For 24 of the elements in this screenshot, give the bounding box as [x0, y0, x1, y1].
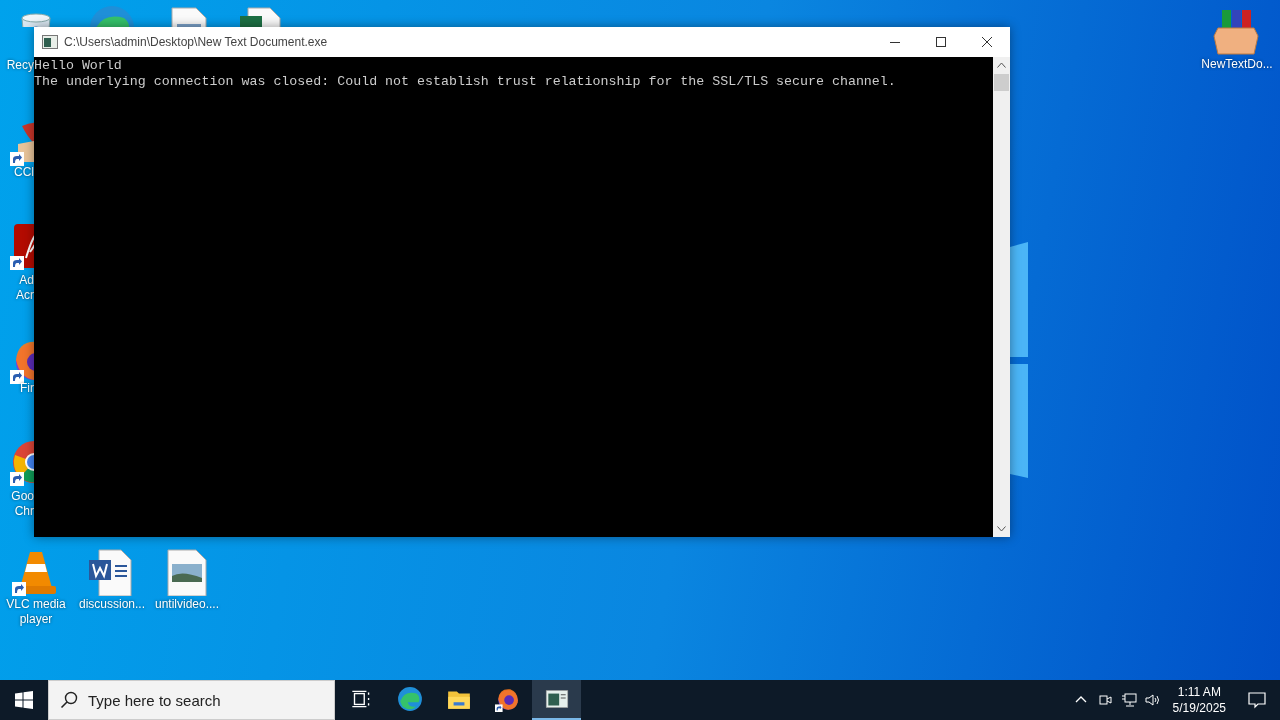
windows-logo-icon — [15, 691, 33, 709]
icon-label[interactable]: discussion... — [74, 597, 150, 612]
maximize-icon — [935, 36, 947, 48]
console-line: Hello World — [34, 58, 123, 74]
console-taskbar-icon[interactable] — [532, 680, 581, 720]
icon-label[interactable]: Goo Chr — [0, 489, 34, 519]
close-icon — [981, 36, 993, 48]
icon-label[interactable]: Ad Acr — [0, 273, 34, 303]
console-app-icon — [42, 35, 58, 49]
scroll-up-icon[interactable] — [997, 62, 1006, 68]
scroll-down-icon[interactable] — [997, 526, 1006, 532]
icon-label[interactable]: Fir — [0, 381, 34, 396]
console-line: The underlying connection was closed: Could not establish trust relationship for the SSL/TLS secure channel. — [34, 74, 897, 90]
search-field[interactable]: Type here to search — [48, 680, 335, 720]
icon-label[interactable]: CCl — [0, 165, 34, 180]
scrollbar[interactable] — [993, 57, 1010, 537]
scroll-thumb[interactable] — [994, 74, 1009, 91]
clock[interactable]: 1:11 AM 5/19/2025 — [1164, 684, 1234, 716]
icon-label[interactable]: VLC media player — [0, 597, 72, 627]
search-icon — [60, 691, 78, 709]
icon-label[interactable]: Recy — [0, 58, 34, 73]
window-title: C:\Users\admin\Desktop\New Text Document.exe — [64, 35, 329, 49]
icon-label[interactable]: untilvideo.... — [149, 597, 225, 612]
icon-label[interactable]: NewTextDo... — [1194, 57, 1280, 72]
